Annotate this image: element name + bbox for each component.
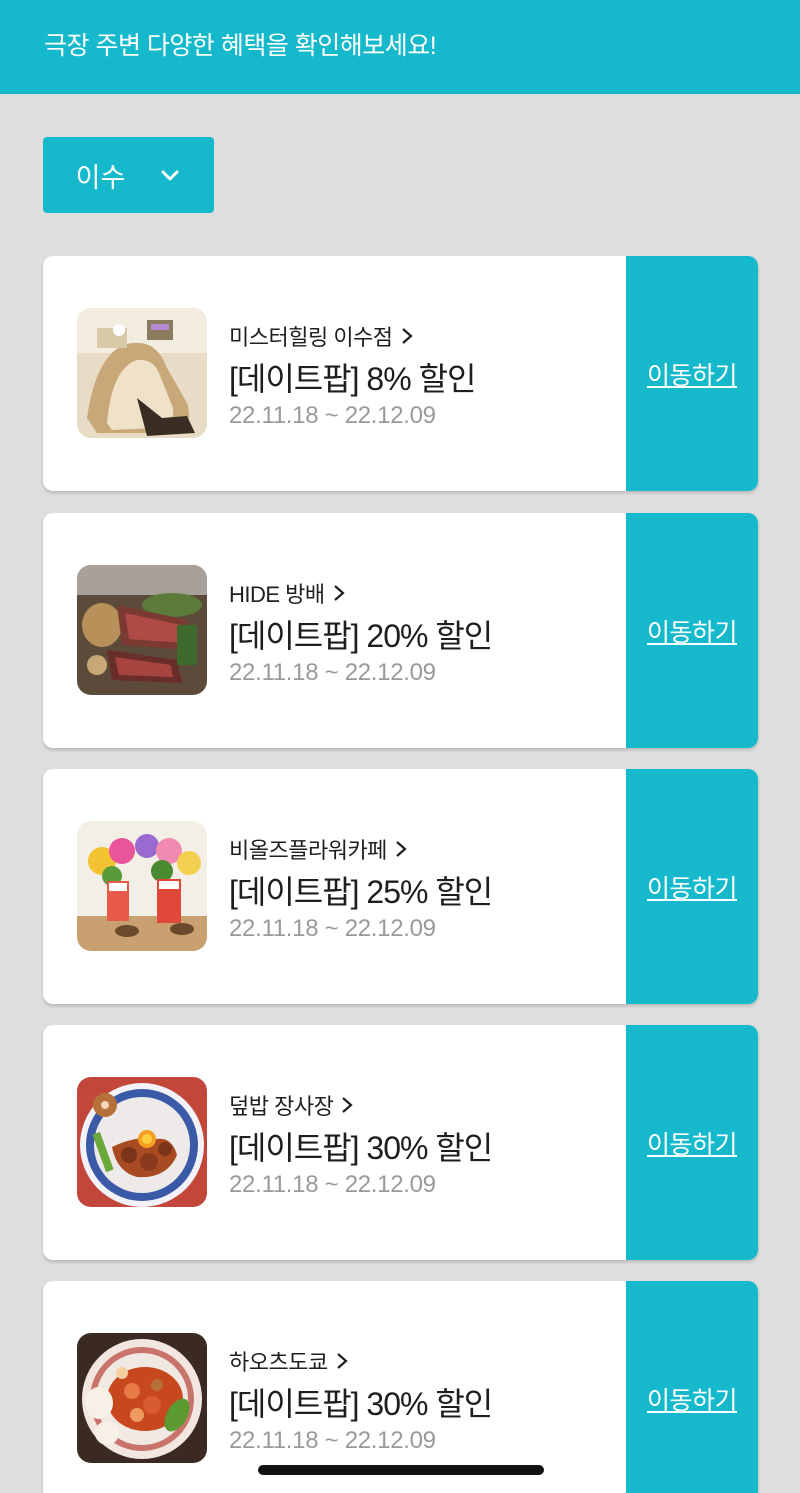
store-link[interactable]: 비올즈플라워카페: [229, 833, 407, 865]
go-button[interactable]: 이동하기: [626, 1025, 758, 1260]
store-link[interactable]: 미스터힐링 이수점: [229, 320, 413, 352]
top-banner: 극장 주변 다양한 혜택을 확인해보세요!: [0, 0, 800, 94]
go-button[interactable]: 이동하기: [626, 769, 758, 1004]
go-button[interactable]: 이동하기: [626, 1281, 758, 1493]
store-name: 하오츠도쿄: [229, 1350, 328, 1375]
offer-title: [데이트팝] 30% 할인: [229, 1386, 493, 1422]
banner-text: 극장 주변 다양한 혜택을 확인해보세요!: [44, 32, 437, 60]
chevron-down-icon: [161, 170, 179, 181]
offer-period: 22.11.18 ~ 22.12.09: [229, 1427, 436, 1454]
home-indicator: [258, 1465, 544, 1475]
go-button[interactable]: 이동하기: [626, 513, 758, 748]
offer-title: [데이트팝] 25% 할인: [229, 874, 493, 910]
store-name: 덮밥 장사장: [229, 1094, 334, 1119]
chevron-right-icon: [336, 1353, 348, 1369]
rice-bowl-photo: [77, 1077, 207, 1207]
flower-cafe-photo: [77, 821, 207, 951]
offer-period: 22.11.18 ~ 22.12.09: [229, 659, 436, 686]
offer-card: 비올즈플라워카페 [데이트팝] 25% 할인 22.11.18 ~ 22.12.…: [43, 769, 758, 1004]
store-link[interactable]: 하오츠도쿄: [229, 1345, 348, 1377]
go-button[interactable]: 이동하기: [626, 256, 758, 491]
offer-card: HIDE 방배 [데이트팝] 20% 할인 22.11.18 ~ 22.12.0…: [43, 513, 758, 748]
area-select-dropdown[interactable]: 이수: [43, 137, 214, 213]
store-link[interactable]: 덮밥 장사장: [229, 1089, 353, 1121]
offer-period: 22.11.18 ~ 22.12.09: [229, 402, 436, 429]
store-name: 미스터힐링 이수점: [229, 325, 393, 350]
area-select-label: 이수: [75, 162, 126, 193]
store-name: HIDE 방배: [229, 582, 325, 607]
offer-card: 하오츠도쿄 [데이트팝] 30% 할인 22.11.18 ~ 22.12.09 …: [43, 1281, 758, 1493]
offer-period: 22.11.18 ~ 22.12.09: [229, 1171, 436, 1198]
chinese-dish-photo: [77, 1333, 207, 1463]
offer-title: [데이트팝] 20% 할인: [229, 618, 493, 654]
offer-card: 미스터힐링 이수점 [데이트팝] 8% 할인 22.11.18 ~ 22.12.…: [43, 256, 758, 491]
offer-title: [데이트팝] 8% 할인: [229, 361, 476, 397]
store-name: 비올즈플라워카페: [229, 838, 387, 863]
offer-card: 덮밥 장사장 [데이트팝] 30% 할인 22.11.18 ~ 22.12.09…: [43, 1025, 758, 1260]
chevron-right-icon: [333, 585, 345, 601]
offer-period: 22.11.18 ~ 22.12.09: [229, 915, 436, 942]
chevron-right-icon: [342, 1097, 353, 1113]
offer-title: [데이트팝] 30% 할인: [229, 1130, 493, 1166]
massage-chair-photo: [77, 308, 207, 438]
steak-photo: [77, 565, 207, 695]
chevron-right-icon: [396, 841, 407, 857]
chevron-right-icon: [401, 328, 413, 344]
store-link[interactable]: HIDE 방배: [229, 577, 345, 609]
